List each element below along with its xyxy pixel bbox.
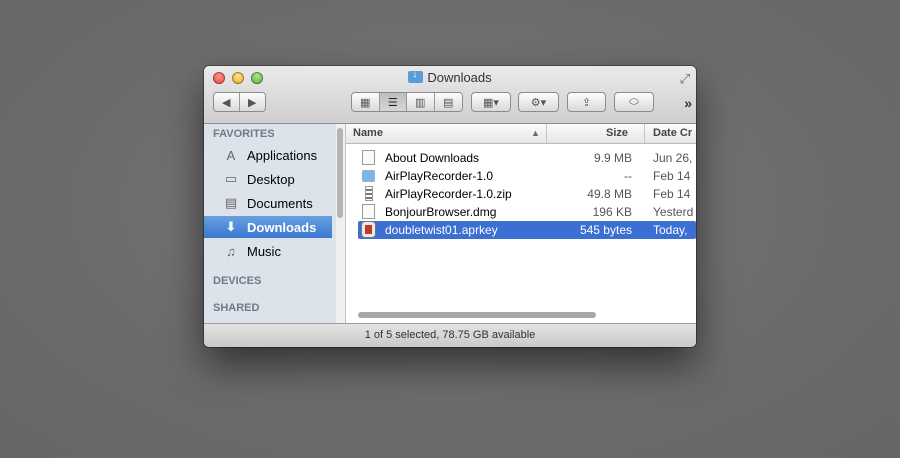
sidebar-header-shared[interactable]: SHARED xyxy=(213,302,259,314)
sidebar-item-documents[interactable]: ▤ Documents xyxy=(204,192,332,214)
column-divider[interactable] xyxy=(546,124,547,143)
file-date: Yesterd xyxy=(653,205,694,219)
file-size: 9.9 MB xyxy=(593,151,632,165)
sidebar-header-favorites: FAVORITES xyxy=(213,128,275,140)
column-divider[interactable] xyxy=(644,124,645,143)
sidebar-item-desktop[interactable]: ▭ Desktop xyxy=(204,168,332,190)
list-header: Name ▲ Size Date Cr xyxy=(346,124,696,144)
zip-icon xyxy=(365,186,373,201)
back-forward-control: ◀ ▶ xyxy=(213,92,266,112)
fullscreen-icon[interactable]: ⤢ xyxy=(680,71,690,87)
file-name: AirPlayRecorder-1.0.zip xyxy=(385,187,512,201)
finder-window: Downloads ⤢ ◀ ▶ ▦ ☰ ▥ ▤ ▦▾ ⚙▾ ⇪ ⬭ » FAVO… xyxy=(204,66,696,347)
sort-ascending-icon: ▲ xyxy=(531,128,540,138)
back-button[interactable]: ◀ xyxy=(214,93,240,111)
file-name: AirPlayRecorder-1.0 xyxy=(385,169,494,183)
status-bar: 1 of 5 selected, 78.75 GB available xyxy=(204,323,696,347)
file-name: About Downloads xyxy=(385,151,480,165)
title-bar: Downloads ⤢ ◀ ▶ ▦ ☰ ▥ ▤ ▦▾ ⚙▾ ⇪ ⬭ » xyxy=(204,66,696,124)
file-size: 545 bytes xyxy=(579,223,632,237)
window-title-text: Downloads xyxy=(427,70,492,85)
column-header-size[interactable]: Size xyxy=(606,127,628,139)
key-file-icon xyxy=(362,222,375,237)
sidebar-item-label: Documents xyxy=(247,195,313,211)
downloads-folder-icon xyxy=(408,69,424,83)
file-size: -- xyxy=(624,169,632,183)
icon-view-button[interactable]: ▦ xyxy=(352,93,380,111)
sidebar-header-devices[interactable]: DEVICES xyxy=(213,275,261,287)
background: Downloads ⤢ ◀ ▶ ▦ ☰ ▥ ▤ ▦▾ ⚙▾ ⇪ ⬭ » FAVO… xyxy=(0,0,900,458)
sidebar-item-label: Downloads xyxy=(247,219,317,235)
horizontal-scroll-thumb[interactable] xyxy=(358,312,596,318)
share-button[interactable]: ⇪ xyxy=(567,92,606,112)
sidebar-item-label: Music xyxy=(247,243,281,259)
column-header-date[interactable]: Date Cr xyxy=(653,127,692,139)
window-title: Downloads xyxy=(204,69,696,85)
sidebar-item-downloads[interactable]: ⬇ Downloads xyxy=(204,216,332,238)
cover-flow-button[interactable]: ▤ xyxy=(434,93,462,111)
column-header-name[interactable]: Name xyxy=(353,127,383,139)
sidebar: FAVORITES A Applications ▭ Desktop ▤ Doc… xyxy=(204,124,337,323)
dmg-icon xyxy=(362,204,375,219)
list-item[interactable]: AirPlayRecorder-1.0 -- Feb 14 xyxy=(358,167,696,185)
document-icon xyxy=(362,150,375,165)
applications-icon: A xyxy=(226,147,236,163)
horizontal-scrollbar[interactable] xyxy=(346,308,696,322)
music-icon: ♫ xyxy=(226,243,236,259)
list-item-selected[interactable]: doubletwist01.aprkey 545 bytes Today, xyxy=(358,221,696,239)
sidebar-scroll-thumb[interactable] xyxy=(337,128,343,218)
arrange-button[interactable]: ▦▾ xyxy=(471,92,511,112)
downloads-icon: ⬇ xyxy=(225,219,237,234)
toolbar-toggle-button[interactable]: ⬭ xyxy=(614,92,654,112)
documents-icon: ▤ xyxy=(224,195,238,210)
action-button[interactable]: ⚙▾ xyxy=(518,92,559,112)
list-item[interactable]: AirPlayRecorder-1.0.zip 49.8 MB Feb 14 xyxy=(358,185,696,203)
list-item[interactable]: About Downloads 9.9 MB Jun 26, xyxy=(358,149,696,167)
desktop-icon: ▭ xyxy=(224,171,238,186)
view-mode-control: ▦ ☰ ▥ ▤ xyxy=(351,92,463,112)
list-view-button[interactable]: ☰ xyxy=(379,93,407,111)
folder-icon xyxy=(362,170,375,182)
file-list: Name ▲ Size Date Cr About Downloads 9.9 … xyxy=(346,124,696,323)
column-view-button[interactable]: ▥ xyxy=(407,93,435,111)
toolbar-overflow-icon[interactable]: » xyxy=(684,95,692,111)
file-date: Feb 14 xyxy=(653,169,691,183)
file-name: doubletwist01.aprkey xyxy=(385,223,498,237)
sidebar-item-label: Applications xyxy=(247,147,318,163)
file-size: 49.8 MB xyxy=(587,187,632,201)
sidebar-item-music[interactable]: ♫ Music xyxy=(204,240,332,262)
sidebar-item-applications[interactable]: A Applications xyxy=(204,144,332,166)
sidebar-item-label: Desktop xyxy=(247,171,295,187)
file-name: BonjourBrowser.dmg xyxy=(385,205,497,219)
file-date: Today, xyxy=(653,223,688,237)
forward-button[interactable]: ▶ xyxy=(239,93,265,111)
sidebar-scrollbar[interactable] xyxy=(336,124,346,323)
file-date: Jun 26, xyxy=(653,151,693,165)
list-item[interactable]: BonjourBrowser.dmg 196 KB Yesterd xyxy=(358,203,696,221)
file-size: 196 KB xyxy=(592,205,632,219)
file-date: Feb 14 xyxy=(653,187,691,201)
